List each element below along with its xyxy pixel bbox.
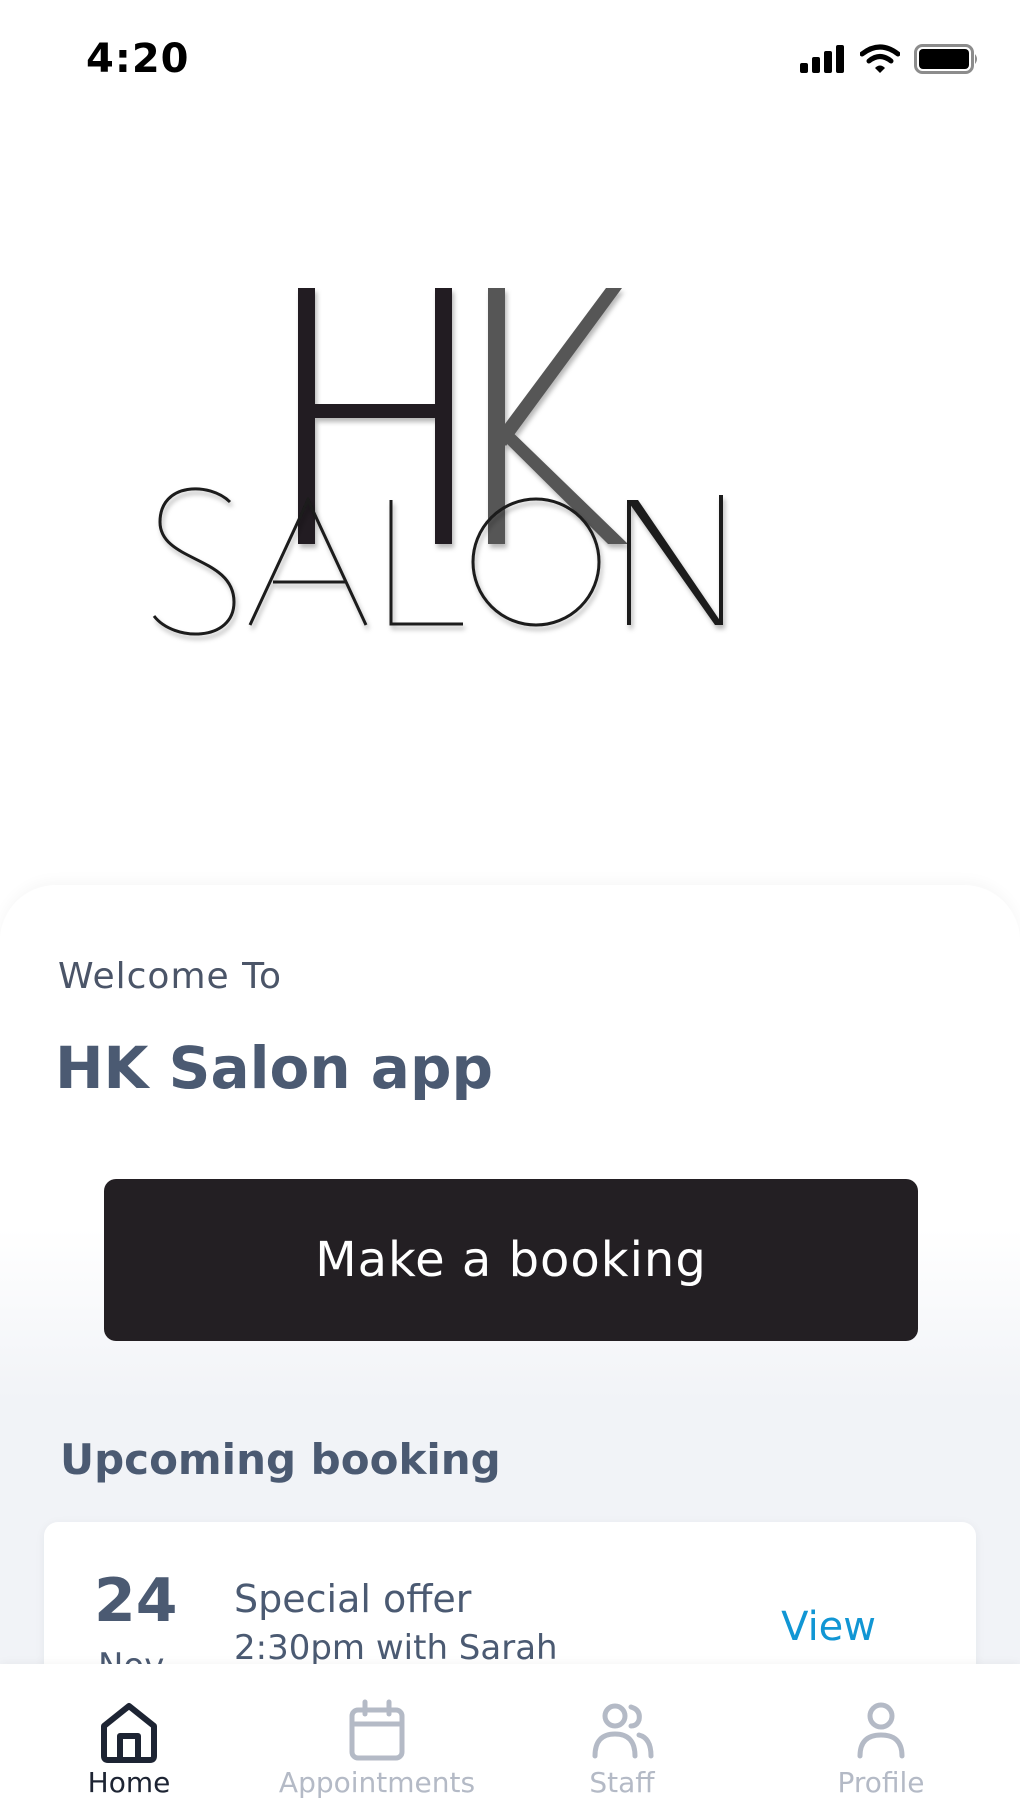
tab-label-staff: Staff [589, 1766, 655, 1799]
view-booking-link[interactable]: View [781, 1604, 876, 1650]
status-icons [800, 44, 980, 74]
booking-subtitle: 2:30pm with Sarah [234, 1628, 558, 1668]
wifi-icon [860, 44, 900, 73]
tab-label-profile: Profile [837, 1766, 925, 1799]
tab-profile[interactable]: Profile [818, 1664, 944, 1813]
status-bar: 4:20 [0, 0, 1020, 120]
tab-label-home: Home [87, 1766, 171, 1799]
home-screen: 4:20 Welcome To HK Salon app Make a book… [0, 0, 1020, 1813]
app-title: HK Salon app [55, 1034, 493, 1102]
tab-label-appointments: Appointments [278, 1766, 476, 1799]
bottom-tab-bar: Home Appointments Staff Profile [0, 1664, 1020, 1813]
welcome-label: Welcome To [58, 956, 283, 997]
upcoming-booking-title: Upcoming booking [60, 1435, 501, 1484]
hk-salon-logo [152, 288, 723, 636]
make-booking-button[interactable]: Make a booking [104, 1179, 918, 1341]
booking-day: 24 [94, 1566, 178, 1636]
tab-staff[interactable]: Staff [557, 1664, 687, 1813]
tab-home[interactable]: Home [58, 1664, 200, 1813]
battery-icon [914, 44, 977, 74]
profile-icon [857, 1702, 905, 1759]
cellular-signal-icon [800, 45, 844, 73]
welcome-panel: Welcome To HK Salon app Make a booking U… [0, 885, 1020, 1722]
tab-appointments[interactable]: Appointments [270, 1664, 484, 1813]
status-time: 4:20 [86, 36, 190, 82]
calendar-icon [349, 1699, 405, 1761]
home-icon [101, 1703, 157, 1763]
users-icon [592, 1703, 654, 1759]
booking-title: Special offer [234, 1577, 472, 1621]
